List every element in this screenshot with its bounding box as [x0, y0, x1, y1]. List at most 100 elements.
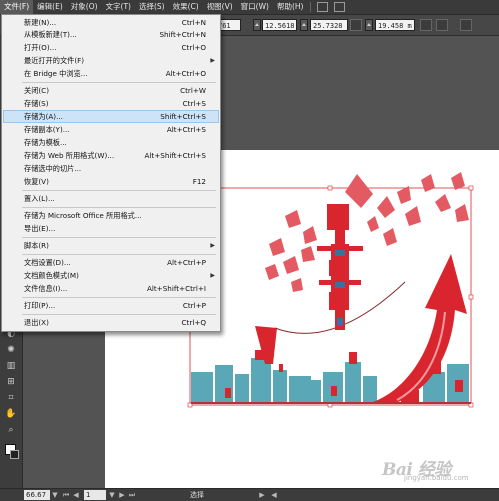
menu-item-document-color-mode[interactable]: 文档颜色模式(M) ▶ [4, 270, 218, 281]
menu-item-browse-in-bridge[interactable]: 在 Bridge 中浏览... Alt+Ctrl+O [4, 68, 218, 79]
menu-item-shortcut: Ctrl+O [181, 43, 206, 52]
menu-item-shortcut: Alt+Shift+Ctrl+S [144, 151, 207, 160]
zoom-dropdown-icon[interactable]: ▼ [51, 491, 59, 499]
menu-item-shortcut: Ctrl+W [180, 86, 206, 95]
status-menu-icon[interactable]: ▶ [258, 491, 266, 499]
ground-line [191, 402, 471, 404]
watermark-url: jingyan.baidu.com [404, 474, 469, 482]
menu-item-label: 置入(L)... [24, 194, 55, 203]
menu-item-file-info[interactable]: 文件信息(I)... Alt+Shift+Ctrl+I [4, 283, 218, 294]
menu-item-shortcut: Ctrl+S [182, 99, 206, 108]
symbol-sprayer-icon[interactable]: ✺ [5, 344, 17, 356]
next-artboard-icon[interactable]: ▶ [118, 491, 126, 499]
hand-tool-icon[interactable]: ✋ [5, 408, 17, 420]
y-position-field[interactable]: 12.5618 [262, 19, 297, 31]
first-artboard-icon[interactable]: ⏮ [62, 491, 70, 499]
artboard-dropdown-icon[interactable]: ▼ [108, 491, 116, 499]
acrobat-stack [317, 204, 363, 330]
menu-effect[interactable]: 效果(C) [169, 0, 203, 14]
menu-item-close[interactable]: 关闭(C) Ctrl+W [4, 85, 218, 96]
menu-item-new-from-template[interactable]: 从模板新建(T)... Shift+Ctrl+N [4, 29, 218, 40]
zoom-tool-icon[interactable]: ⌕ [5, 424, 17, 436]
menu-item-label: 脚本(R) [24, 241, 49, 250]
previous-artboard-icon[interactable]: ◀ [72, 491, 80, 499]
menu-item-document-setup[interactable]: 文档设置(D)... Alt+Ctrl+P [4, 257, 218, 268]
menu-item-export[interactable]: 导出(E)... [4, 223, 218, 234]
stroke-color-swatch[interactable] [10, 450, 19, 459]
y-stepper-icon[interactable] [253, 19, 261, 31]
menu-item-save-as[interactable]: 存储为(A)... Shift+Ctrl+S [3, 110, 219, 123]
menu-separator [22, 314, 216, 315]
menu-separator [22, 207, 216, 208]
menu-edit[interactable]: 编辑(E) [33, 0, 67, 14]
isolate-icon[interactable] [436, 19, 448, 31]
menu-file[interactable]: 文件(F) [0, 0, 34, 14]
menu-view[interactable]: 视图(V) [203, 0, 237, 14]
menu-object[interactable]: 对象(O) [67, 0, 102, 14]
menu-item-open[interactable]: 打开(O)... Ctrl+O [4, 42, 218, 53]
menu-item-open-recent[interactable]: 最近打开的文件(F) ▶ [4, 55, 218, 66]
menu-item-label: 最近打开的文件(F) [24, 56, 85, 65]
height-field[interactable]: 19.458 m [375, 19, 415, 31]
status-bar: 66.67 ▼ ⏮ ◀ 1 ▼ ▶ ⏭ 选择 ▶ ◀ [0, 488, 499, 501]
menu-item-shortcut: Alt+Ctrl+S [166, 125, 206, 134]
menu-item-label: 关闭(C) [24, 86, 50, 95]
bridge-icon[interactable] [317, 2, 329, 12]
file-menu-dropdown: 新建(N)... Ctrl+N 从模板新建(T)... Shift+Ctrl+N 打… [1, 14, 221, 332]
menu-item-label: 从模板新建(T)... [24, 30, 77, 39]
submenu-arrow-icon: ▶ [210, 57, 215, 64]
menu-separator [22, 254, 216, 255]
menu-help[interactable]: 帮助(H) [273, 0, 308, 14]
menu-item-save-selected-slices[interactable]: 存储选中的切片... [4, 163, 218, 174]
menu-item-label: 存储为(A)... [24, 112, 63, 121]
arrange-documents-icon[interactable] [334, 2, 346, 12]
menu-item-save[interactable]: 存储(S) Ctrl+S [4, 98, 218, 109]
menu-item-new[interactable]: 新建(N)... Ctrl+N [4, 17, 218, 28]
transform-icon[interactable] [420, 19, 432, 31]
menu-separator [22, 237, 216, 238]
menu-item-save-for-web[interactable]: 存储为 Web 所用格式(W)... Alt+Shift+Ctrl+S [4, 150, 218, 161]
menu-item-shortcut: Ctrl+P [182, 301, 206, 310]
menu-item-label: 存储(S) [24, 99, 49, 108]
menu-item-label: 文档设置(D)... [24, 258, 71, 267]
menubar-divider [310, 2, 312, 12]
width-field[interactable]: 25.7328 [310, 19, 348, 31]
panel-menu-icon[interactable] [460, 19, 472, 31]
last-artboard-icon[interactable]: ⏭ [128, 491, 136, 499]
menu-item-label: 打开(O)... [24, 43, 57, 52]
menu-item-label: 存储选中的切片... [24, 164, 82, 173]
slice-tool-icon[interactable]: ⌗ [5, 392, 17, 404]
current-tool-status: 选择 [190, 491, 204, 499]
baidu-jingyan-watermark: Bai 经验 jingyan.baidu.com [382, 455, 497, 485]
submenu-arrow-icon: ▶ [210, 242, 215, 249]
flying-paper-pieces [265, 172, 469, 292]
menu-item-save-as-template[interactable]: 存储为模板... [4, 137, 218, 148]
menu-item-label: 存储为 Microsoft Office 所用格式... [24, 211, 142, 220]
artboard-tool-icon[interactable]: ⊞ [5, 376, 17, 388]
menu-bar: 文件(F) 编辑(E) 对象(O) 文字(T) 选择(S) 效果(C) 视图(V… [0, 0, 499, 15]
menu-item-save-a-copy[interactable]: 存储副本(Y)... Alt+Ctrl+S [4, 124, 218, 135]
menu-item-shortcut: F12 [192, 177, 206, 186]
width-stepper-icon[interactable] [300, 19, 308, 31]
scroll-left-icon[interactable]: ◀ [270, 491, 278, 499]
menu-type[interactable]: 文字(T) [102, 0, 135, 14]
artboard-number-field[interactable]: 1 [84, 490, 106, 500]
menu-item-shortcut: Alt+Ctrl+P [167, 258, 206, 267]
menu-window[interactable]: 窗口(W) [237, 0, 273, 14]
menu-item-save-for-office[interactable]: 存储为 Microsoft Office 所用格式... [4, 210, 218, 221]
menu-item-scripts[interactable]: 脚本(R) ▶ [4, 240, 218, 251]
menu-item-label: 退出(X) [24, 318, 49, 327]
menu-item-label: 恢复(V) [24, 177, 49, 186]
menu-item-label: 打印(P)... [24, 301, 56, 310]
zoom-level-field[interactable]: 66.67 [24, 490, 50, 500]
menu-item-place[interactable]: 置入(L)... [4, 193, 218, 204]
menu-item-print[interactable]: 打印(P)... Ctrl+P [4, 300, 218, 311]
link-proportions-icon[interactable] [350, 19, 362, 31]
menu-select[interactable]: 选择(S) [135, 0, 169, 14]
menu-item-label: 导出(E)... [24, 224, 56, 233]
submenu-arrow-icon: ▶ [210, 272, 215, 279]
height-stepper-icon[interactable] [365, 19, 373, 31]
menu-item-revert[interactable]: 恢复(V) F12 [4, 176, 218, 187]
graph-tool-icon[interactable]: ▥ [5, 360, 17, 372]
menu-item-exit[interactable]: 退出(X) Ctrl+Q [4, 317, 218, 328]
